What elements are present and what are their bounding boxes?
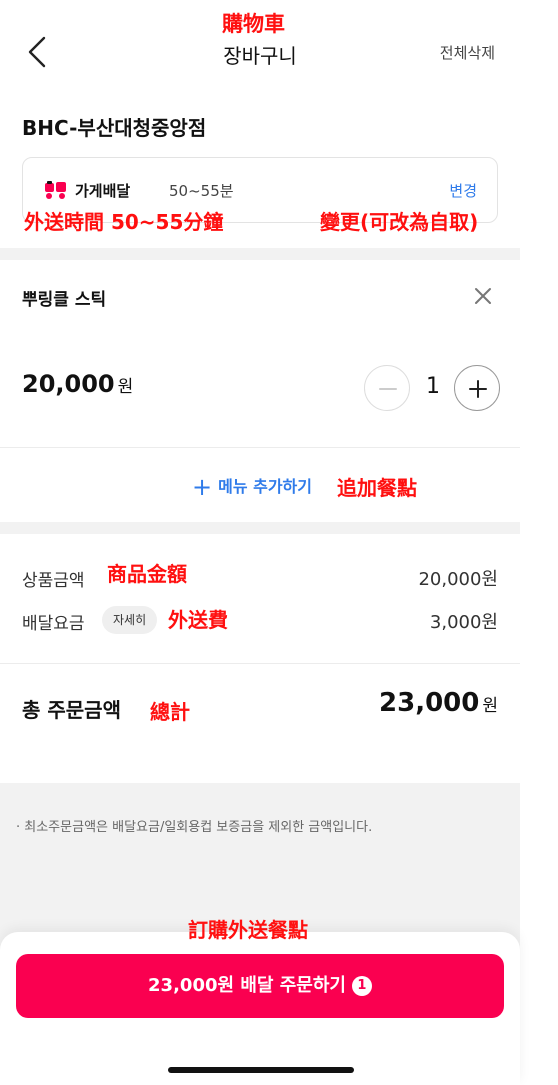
total-amount-label: 총 주문금액 (22, 698, 121, 722)
item-price-value: 20,000 (22, 370, 115, 398)
delivery-time: 50~55분 (169, 182, 234, 200)
section-gap (0, 522, 520, 534)
increase-quantity-button[interactable] (454, 365, 500, 411)
delete-all-button[interactable]: 전체삭제 (440, 42, 495, 63)
order-button-label: 23,000원 배달 주문하기 (148, 975, 346, 996)
product-amount-label: 상품금액 (22, 571, 85, 591)
header: 購物車 장바구니 전체삭제 (0, 0, 520, 100)
decrease-quantity-button[interactable] (364, 365, 410, 411)
delivery-type-label: 가게배달 (75, 182, 131, 200)
change-delivery-button[interactable]: 변경 (449, 180, 477, 201)
quantity-value: 1 (426, 374, 440, 399)
plus-icon: + (192, 473, 213, 501)
product-amount-value: 20,000원 (418, 569, 498, 590)
plus-icon (469, 380, 487, 398)
minus-icon (379, 388, 397, 390)
add-menu-button[interactable]: + 메뉴 추가하기 (192, 473, 312, 501)
annotation-cart: 購物車 (222, 12, 285, 36)
delivery-fee-value: 3,000원 (429, 612, 498, 633)
total-amount-number: 23,000 (379, 688, 480, 718)
item-name: 뿌링클 스틱 (22, 290, 107, 310)
home-indicator (168, 1067, 354, 1073)
order-count-badge: 1 (351, 976, 372, 996)
annotation-order: 訂購外送餐點 (188, 918, 308, 942)
close-icon (475, 288, 491, 304)
annotation-delivery-fee: 外送費 (168, 608, 228, 632)
total-amount-value: 23,000 원 (379, 688, 498, 718)
total-amount-unit: 원 (482, 696, 498, 716)
annotation-total: 總計 (150, 700, 190, 724)
item-price-unit: 원 (117, 377, 134, 397)
cart-page: 購物車 장바구니 전체삭제 BHC-부산대청중앙점 가게배달 50~55분 변경… (0, 0, 520, 1085)
delivery-fee-detail-button[interactable]: 자세히 (102, 606, 158, 634)
divider (0, 447, 520, 448)
annotation-delivery-time: 外送時間 50~55分鐘 (24, 210, 224, 234)
annotation-change: 變更(可改為自取) (320, 210, 479, 234)
section-gap (0, 248, 520, 260)
add-menu-label: 메뉴 추가하기 (218, 477, 312, 496)
annotation-add-menu: 追加餐點 (337, 476, 417, 500)
delivery-fee-label: 배달요금 (22, 614, 85, 634)
store-name: BHC-부산대청중앙점 (22, 116, 207, 140)
delivery-scooter-icon (45, 181, 66, 199)
minimum-order-note: · 최소주문금액은 배달요금/일회용컵 보증금을 제외한 금액입니다. (16, 820, 373, 835)
divider (0, 663, 520, 664)
order-button[interactable]: 23,000원 배달 주문하기 1 (16, 954, 504, 1018)
item-price: 20,000 원 (22, 370, 133, 398)
annotation-product-amount: 商品金額 (107, 562, 187, 586)
remove-item-button[interactable] (470, 283, 496, 309)
